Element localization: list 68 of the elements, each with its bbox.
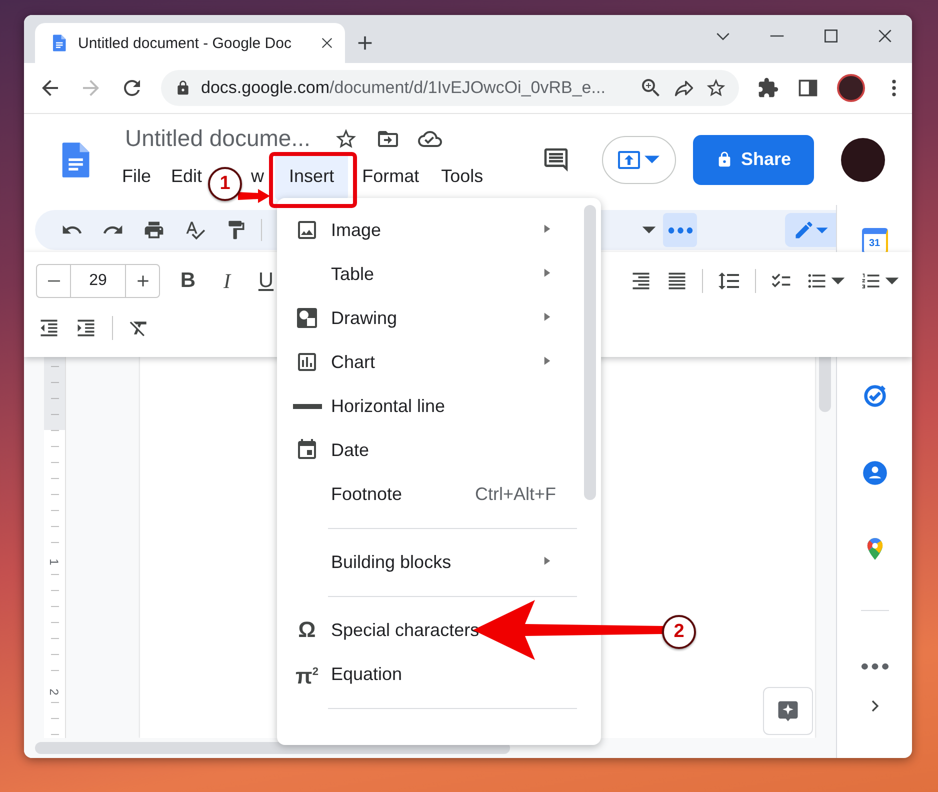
image-icon [295,218,319,242]
increase-indent-icon[interactable] [75,317,97,339]
menu-item[interactable]: Date [277,428,601,472]
ruler-number: 2 [47,686,61,698]
explore-button[interactable] [763,687,813,735]
spellcheck-icon[interactable] [184,219,206,241]
menu-item[interactable]: Table [277,252,601,296]
side-panel-icon[interactable] [797,77,819,99]
print-icon[interactable] [143,219,165,241]
puzzle-icon[interactable] [757,77,779,99]
caret-icon[interactable] [830,277,846,285]
more-button[interactable] [663,213,697,247]
lock-icon [175,80,191,96]
menu-item[interactable]: Chart [277,340,601,384]
comment-icon[interactable] [542,146,570,174]
menu-item[interactable]: Edit [171,167,202,185]
url-text: docs.google.com/document/d/1IvEJOwcOi_0vRB_e... [201,78,606,98]
menu-item[interactable]: Building blocks [277,540,601,584]
menu-item[interactable]: Drawing [277,296,601,340]
document-title[interactable]: Untitled docume... [125,125,310,152]
symbol-icon: π$^{2}$ [296,660,318,688]
present-button[interactable] [602,136,676,184]
browser-tab[interactable]: Untitled document - Google Doc [35,23,345,63]
font-size-field[interactable]: 29 [70,265,126,297]
menu-item[interactable]: w [251,168,264,184]
step-number: 1 [208,167,242,201]
caret-icon [814,226,828,234]
drawing-icon [295,306,319,330]
pointer-arrow [238,189,270,203]
menu-item[interactable]: Footnote Ctrl+Alt+F [277,472,601,516]
close-icon[interactable] [319,35,335,51]
menu-item[interactable]: Format [362,167,420,185]
plus-icon[interactable] [134,273,150,289]
profile-avatar[interactable] [837,74,865,102]
scrollbar-thumb[interactable] [819,357,831,412]
font-size-control[interactable]: 29 [36,264,160,298]
star-icon[interactable] [334,126,358,150]
calendar-icon [295,438,319,462]
symbol-icon: Ω [298,618,316,642]
caret-icon[interactable] [884,277,900,285]
menu-item[interactable]: Image [277,208,601,252]
align-right-icon[interactable] [630,270,652,292]
tasks-icon[interactable] [862,383,888,409]
editing-mode-button[interactable] [785,213,836,247]
shortcut-text: Ctrl+Alt+F [474,484,556,504]
star-icon[interactable] [705,77,727,99]
menu-item[interactable]: π$^{2}$ Equation [277,652,601,696]
caret-icon[interactable] [641,226,657,234]
more-icon [668,226,692,234]
caret-icon [643,155,661,164]
address-bar[interactable]: docs.google.com/document/d/1IvEJOwcOi_0vRB_e... [161,70,739,106]
more-icon[interactable] [860,663,888,670]
contacts-icon[interactable] [862,460,888,486]
chart-icon [295,350,319,374]
underline-button[interactable]: U [252,269,280,293]
menu-item[interactable]: Ω Special characters [277,608,601,652]
account-avatar[interactable] [841,138,885,182]
docs-icon [50,34,68,52]
menu-item[interactable]: File [122,167,152,185]
share-button[interactable]: Share [693,134,814,184]
bold-button[interactable]: B [174,269,202,293]
justify-icon[interactable] [666,270,688,292]
menu-scrollbar[interactable] [584,205,596,500]
ruler-number: 1 [47,556,61,568]
italic-button[interactable]: I [213,268,241,294]
menu-item[interactable]: Horizontal line [277,384,601,428]
decrease-indent-icon[interactable] [38,317,60,339]
menu-item[interactable]: Tools [441,167,484,185]
